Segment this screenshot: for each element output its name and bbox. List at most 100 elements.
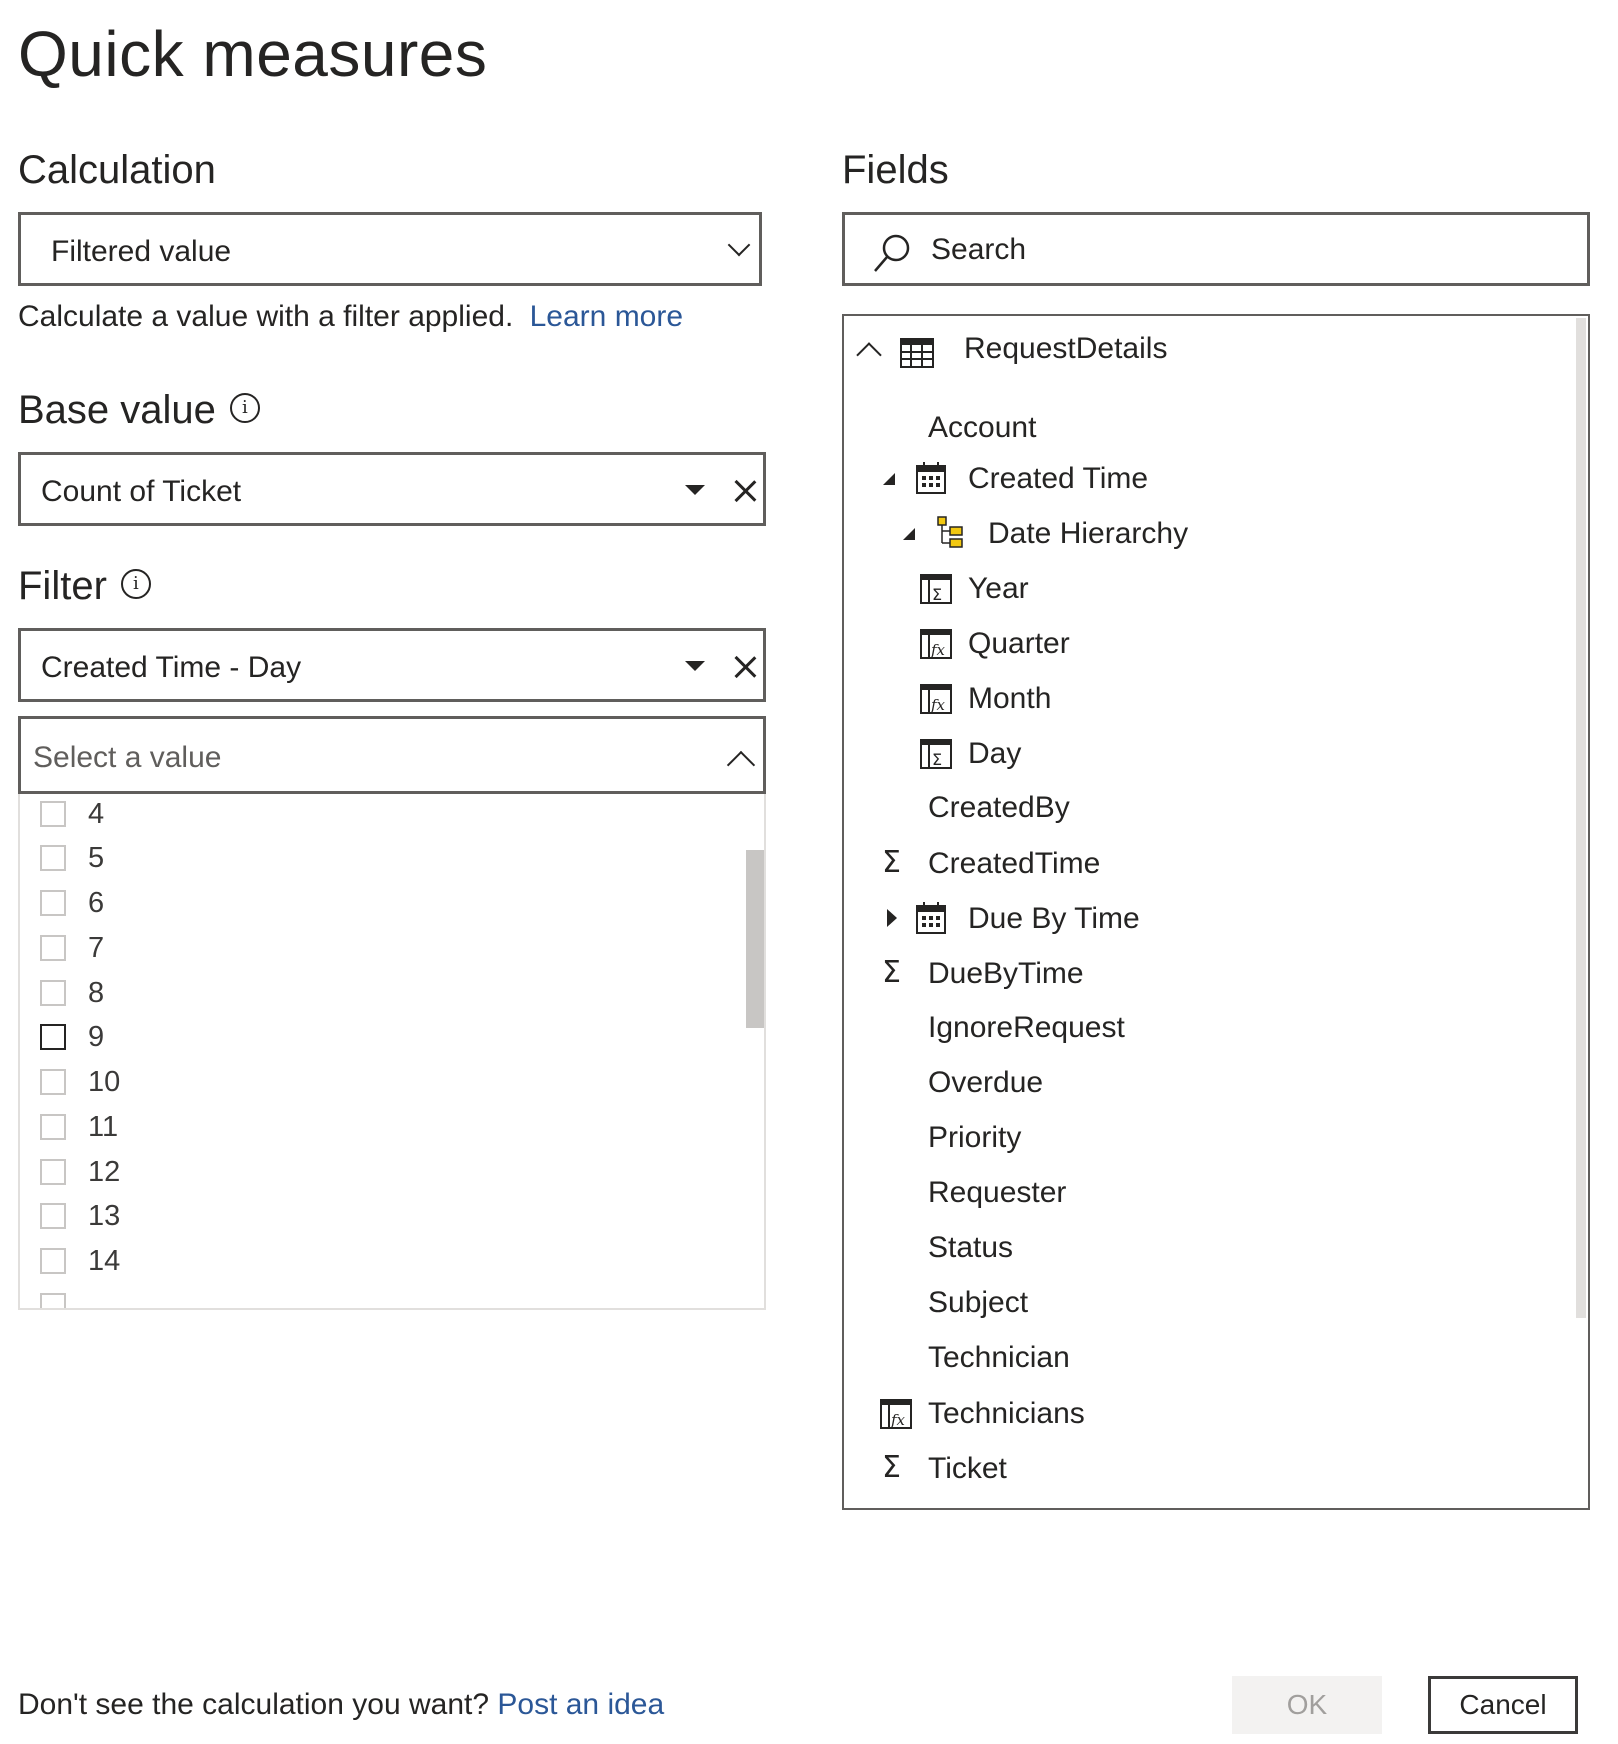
collapsed-triangle-icon[interactable] bbox=[886, 908, 898, 928]
list-item[interactable]: 14 bbox=[40, 1241, 120, 1281]
list-item[interactable]: 7 bbox=[40, 928, 104, 968]
ok-button[interactable]: OK bbox=[1232, 1676, 1382, 1734]
table-node-requestdetails[interactable]: RequestDetails bbox=[844, 318, 1544, 368]
checkbox[interactable] bbox=[40, 890, 66, 916]
calculated-column-fx-icon: fx bbox=[880, 1399, 912, 1429]
info-icon[interactable]: i bbox=[120, 569, 151, 600]
cancel-button[interactable]: Cancel bbox=[1428, 1676, 1578, 1734]
list-item[interactable]: 13 bbox=[40, 1196, 120, 1236]
checkbox[interactable] bbox=[40, 1203, 66, 1229]
list-item[interactable]: 9 bbox=[40, 1017, 104, 1057]
info-icon[interactable]: i bbox=[229, 393, 260, 424]
field-month[interactable]: fx Month bbox=[844, 676, 1544, 720]
filter-label: Filter i bbox=[18, 566, 151, 606]
field-subject[interactable]: Subject bbox=[928, 1281, 1028, 1325]
checkbox[interactable] bbox=[40, 1159, 66, 1185]
field-label: Overdue bbox=[928, 1066, 1044, 1099]
select-value-dropdown[interactable]: Select a value bbox=[18, 716, 766, 794]
field-requester[interactable]: Requester bbox=[928, 1171, 1066, 1215]
list-item[interactable]: 5 bbox=[40, 838, 104, 878]
field-label: Year bbox=[968, 572, 1029, 605]
checkbox[interactable] bbox=[40, 1248, 66, 1274]
field-label: Date Hierarchy bbox=[988, 517, 1189, 550]
collapse-chevron-icon[interactable] bbox=[856, 342, 882, 368]
field-technicians[interactable]: fx Technicians bbox=[844, 1391, 1544, 1435]
list-item-label: 9 bbox=[88, 1020, 105, 1053]
field-account[interactable]: Account bbox=[928, 406, 1036, 450]
fields-label: Fields bbox=[842, 148, 949, 192]
list-item-label: 11 bbox=[88, 1110, 119, 1143]
post-idea-link[interactable]: Post an idea bbox=[497, 1688, 664, 1721]
checkbox[interactable] bbox=[40, 845, 66, 871]
field-overdue[interactable]: Overdue bbox=[928, 1061, 1043, 1105]
page-title: Quick measures bbox=[18, 18, 488, 90]
checkbox[interactable] bbox=[40, 1069, 66, 1095]
field-day[interactable]: Σ Day bbox=[844, 731, 1544, 775]
list-item-label: 14 bbox=[88, 1244, 121, 1277]
chevron-up-icon bbox=[726, 750, 756, 780]
list-item-label: 6 bbox=[88, 886, 105, 919]
fields-tree[interactable]: RequestDetails Account Created Time Date… bbox=[842, 314, 1590, 1510]
field-label: Day bbox=[968, 737, 1022, 770]
field-status[interactable]: Status bbox=[928, 1226, 1013, 1270]
search-input[interactable]: Search bbox=[931, 235, 1026, 265]
checkbox[interactable] bbox=[40, 801, 66, 827]
list-item[interactable]: 8 bbox=[40, 973, 104, 1013]
checkbox[interactable] bbox=[40, 935, 66, 961]
field-ignorerequest[interactable]: IgnoreRequest bbox=[928, 1006, 1125, 1050]
list-item[interactable]: 11 bbox=[40, 1107, 118, 1147]
base-value-label: Base value i bbox=[18, 390, 260, 430]
checkbox[interactable] bbox=[40, 1293, 66, 1308]
learn-more-link[interactable]: Learn more bbox=[530, 300, 683, 333]
field-technician[interactable]: Technician bbox=[928, 1336, 1070, 1380]
caret-down-icon[interactable] bbox=[685, 661, 705, 671]
field-created-time[interactable]: Created Time bbox=[844, 456, 1544, 500]
calendar-icon bbox=[916, 902, 946, 934]
checkbox[interactable] bbox=[40, 1024, 66, 1050]
fields-search-box[interactable]: Search bbox=[842, 212, 1590, 286]
close-icon[interactable] bbox=[733, 655, 757, 679]
filter-field-well[interactable]: Created Time - Day bbox=[18, 628, 766, 702]
footer-prompt-text: Don't see the calculation you want? bbox=[18, 1688, 490, 1721]
sigma-icon: Σ bbox=[882, 845, 901, 880]
list-item-label: 13 bbox=[88, 1199, 121, 1232]
tree-scrollbar[interactable] bbox=[1576, 318, 1586, 1318]
expanded-triangle-icon[interactable] bbox=[882, 472, 896, 486]
close-icon[interactable] bbox=[733, 479, 757, 503]
field-label: Created Time bbox=[968, 462, 1149, 495]
list-item[interactable]: 12 bbox=[40, 1152, 120, 1192]
field-date-hierarchy[interactable]: Date Hierarchy bbox=[844, 511, 1544, 555]
calculation-description-text: Calculate a value with a filter applied. bbox=[18, 300, 514, 333]
field-ticket[interactable]: Σ Ticket bbox=[844, 1446, 1544, 1490]
field-label: Account bbox=[928, 411, 1037, 444]
table-name: RequestDetails bbox=[964, 332, 1168, 365]
field-priority[interactable]: Priority bbox=[928, 1116, 1021, 1160]
field-createdtime-sum[interactable]: Σ CreatedTime bbox=[844, 841, 1544, 885]
checkbox[interactable] bbox=[40, 980, 66, 1006]
field-year[interactable]: Σ Year bbox=[844, 566, 1544, 610]
calculated-column-fx-icon: fx bbox=[920, 684, 952, 714]
field-duebytime-sum[interactable]: Σ DueByTime bbox=[844, 951, 1544, 995]
list-scrollbar-thumb[interactable] bbox=[746, 850, 764, 1028]
select-value-placeholder: Select a value bbox=[33, 741, 222, 774]
sigma-icon: Σ bbox=[882, 1450, 901, 1485]
checkbox[interactable] bbox=[40, 1114, 66, 1140]
list-item[interactable]: 6 bbox=[40, 883, 104, 923]
base-value-label-text: Base value bbox=[18, 388, 216, 432]
list-item-label: 7 bbox=[88, 931, 105, 964]
field-due-by-time[interactable]: Due By Time bbox=[844, 896, 1544, 940]
list-item[interactable]: 4 bbox=[40, 794, 104, 834]
field-quarter[interactable]: fx Quarter bbox=[844, 621, 1544, 665]
list-item-partial[interactable] bbox=[40, 1286, 66, 1308]
expanded-triangle-icon[interactable] bbox=[902, 527, 916, 541]
base-value-field-well[interactable]: Count of Ticket bbox=[18, 452, 766, 526]
field-label: Technician bbox=[928, 1341, 1070, 1374]
filter-value-list[interactable]: 4 5 6 7 8 9 10 11 12 13 14 bbox=[18, 794, 766, 1310]
calculation-label: Calculation bbox=[18, 148, 216, 192]
calculation-dropdown[interactable]: Filtered value bbox=[18, 212, 762, 286]
caret-down-icon[interactable] bbox=[685, 485, 705, 495]
field-label: CreatedTime bbox=[928, 847, 1101, 880]
field-createdby[interactable]: CreatedBy bbox=[928, 786, 1070, 830]
svg-text:fx: fx bbox=[930, 641, 946, 659]
list-item[interactable]: 10 bbox=[40, 1062, 120, 1102]
